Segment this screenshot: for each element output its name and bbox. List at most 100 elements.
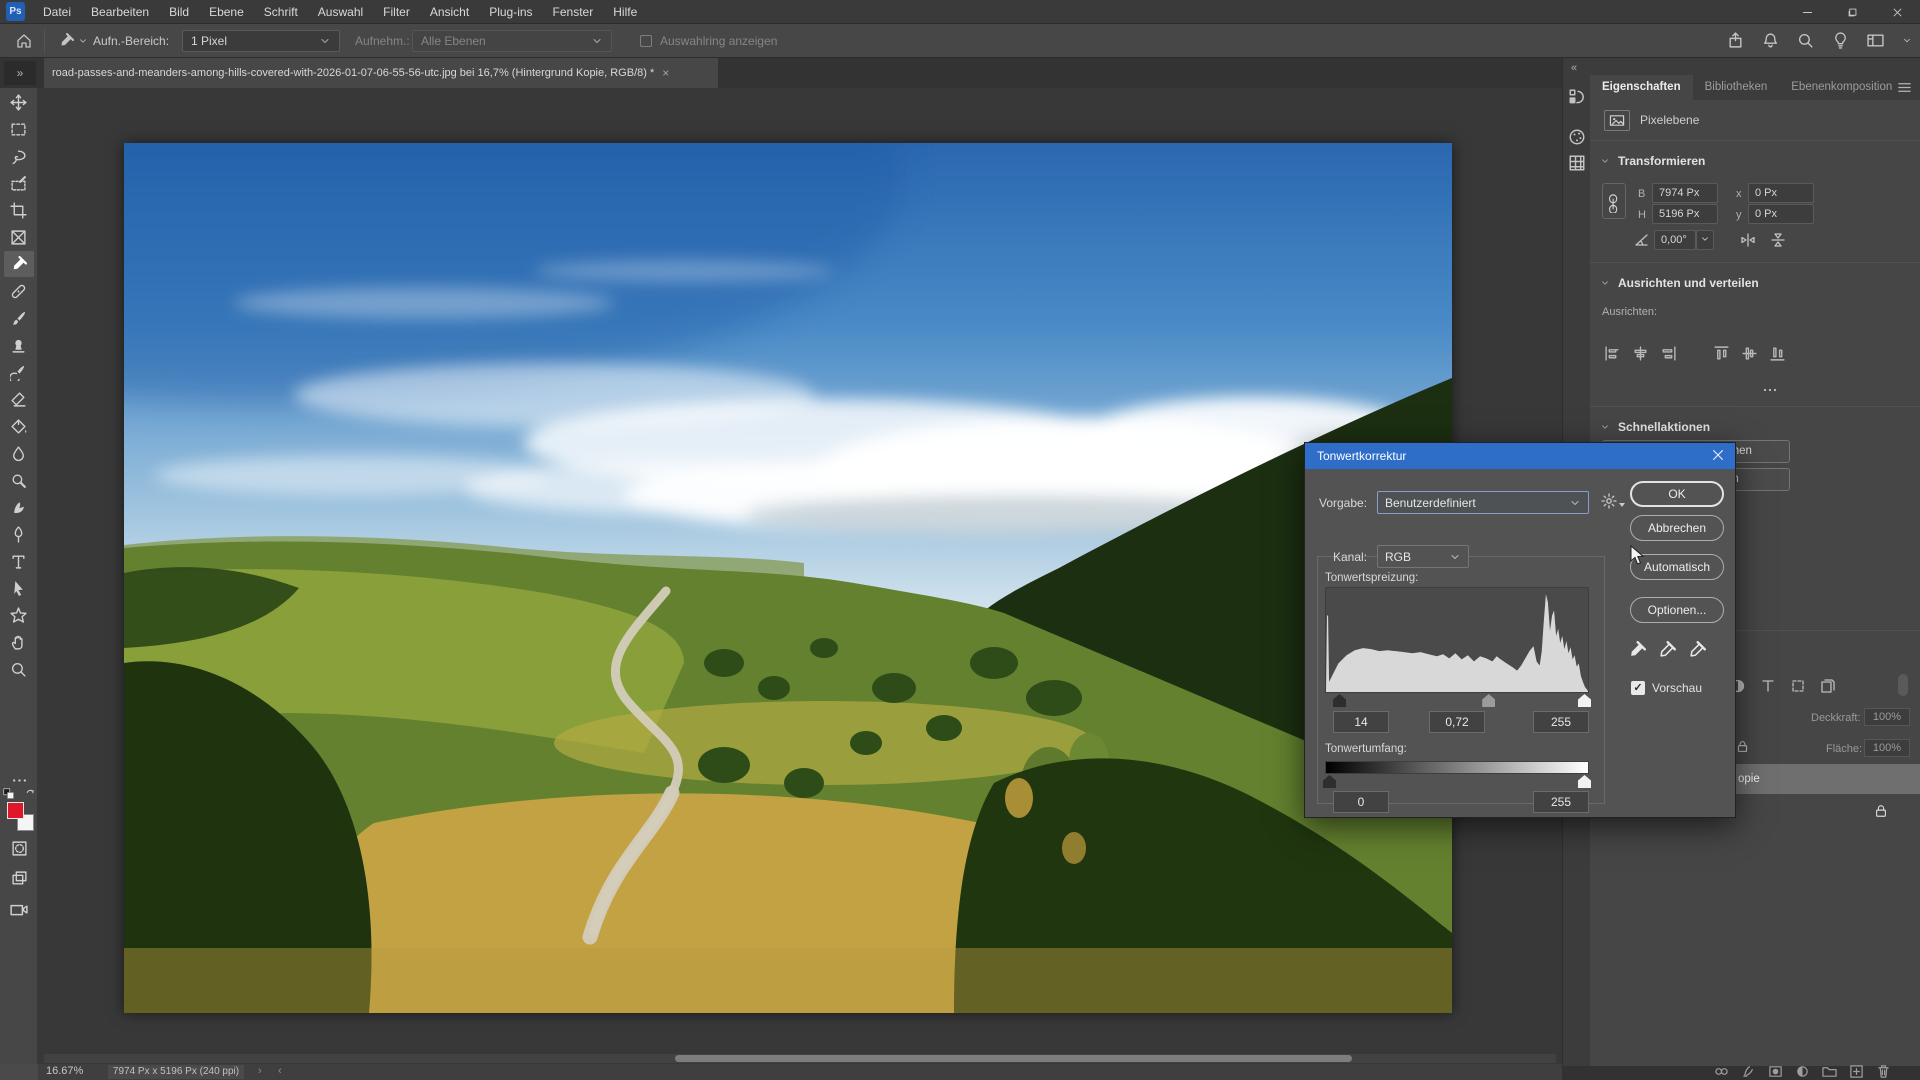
gear-icon[interactable]: [1601, 493, 1617, 509]
tab-eigenschaften[interactable]: Eigenschaften: [1590, 75, 1693, 100]
filter-pin[interactable]: [1898, 674, 1908, 696]
smudge-tool[interactable]: [4, 494, 34, 520]
fill-field[interactable]: 100%: [1864, 739, 1910, 757]
layer-mask-icon[interactable]: [1768, 1064, 1783, 1079]
menu-schrift[interactable]: Schrift: [254, 0, 308, 24]
tab-ebenenkomposition[interactable]: Ebenenkomposition: [1779, 75, 1904, 100]
align-top-edges-icon[interactable]: [1713, 345, 1730, 362]
menu-fenster[interactable]: Fenster: [543, 0, 604, 24]
share-icon[interactable]: [1727, 32, 1744, 49]
align-right-edges-icon[interactable]: [1660, 345, 1677, 362]
input-sliders-track[interactable]: [1325, 694, 1589, 708]
opacity-field[interactable]: 100%: [1864, 708, 1910, 726]
output-highlight-input[interactable]: [1533, 791, 1589, 813]
status-prev-chevron[interactable]: ‹: [278, 1065, 282, 1077]
smart-filter-icon[interactable]: [1820, 678, 1836, 694]
align-left-edges-icon[interactable]: [1604, 345, 1621, 362]
shadow-input[interactable]: [1333, 711, 1389, 733]
zoom-level[interactable]: 16.67%: [46, 1065, 83, 1077]
swatches-panel-icon[interactable]: [1568, 154, 1586, 172]
menu-plugins[interactable]: Plug-ins: [479, 0, 542, 24]
paint-bucket-tool[interactable]: [4, 413, 34, 439]
quick-mask-icon[interactable]: [11, 840, 28, 857]
menu-auswahl[interactable]: Auswahl: [308, 0, 373, 24]
tab-bibliotheken[interactable]: Bibliotheken: [1693, 75, 1780, 100]
link-dimensions-button[interactable]: [1602, 183, 1626, 219]
gray-point-eyedropper-icon[interactable]: [1657, 641, 1676, 660]
align-horizontal-centers-icon[interactable]: [1632, 345, 1649, 362]
menu-bearbeiten[interactable]: Bearbeiten: [81, 0, 159, 24]
crop-tool[interactable]: [4, 197, 34, 223]
menu-filter[interactable]: Filter: [373, 0, 420, 24]
custom-shape-tool[interactable]: [4, 602, 34, 628]
menu-datei[interactable]: Datei: [33, 0, 81, 24]
history-brush-tool[interactable]: [4, 359, 34, 385]
black-point-eyedropper-icon[interactable]: [1627, 641, 1646, 660]
pen-tool[interactable]: [4, 521, 34, 547]
lock-icon[interactable]: [1736, 740, 1749, 753]
swap-colors-icon[interactable]: [25, 788, 37, 800]
adjustment-layer-icon[interactable]: [1795, 1064, 1810, 1079]
sample-size-dropdown[interactable]: 1 Pixel: [182, 30, 340, 52]
height-field[interactable]: 5196 Px: [1652, 204, 1718, 224]
document-tab[interactable]: road-passes-and-meanders-among-hills-cov…: [44, 58, 718, 88]
frame-tool[interactable]: [4, 224, 34, 250]
preset-dropdown[interactable]: Benutzerdefiniert: [1377, 491, 1589, 514]
blur-tool[interactable]: [4, 440, 34, 466]
brush-tool[interactable]: [4, 305, 34, 331]
highlight-input[interactable]: [1533, 711, 1589, 733]
workspace-icon[interactable]: [1867, 32, 1884, 49]
color-panel-icon[interactable]: [1568, 128, 1586, 146]
layer-effects-icon[interactable]: [1741, 1064, 1756, 1079]
angle-dropdown[interactable]: [1696, 230, 1714, 250]
photo-canvas[interactable]: [124, 143, 1452, 1013]
white-point-eyedropper-icon[interactable]: [1687, 641, 1706, 660]
type-tool[interactable]: [4, 548, 34, 574]
dodge-tool[interactable]: [4, 467, 34, 493]
histogram[interactable]: [1325, 587, 1589, 693]
output-gradient-bar[interactable]: [1325, 761, 1589, 774]
menu-hilfe[interactable]: Hilfe: [603, 0, 647, 24]
path-selection-tool[interactable]: [4, 575, 34, 601]
output-shadow-input[interactable]: [1333, 791, 1389, 813]
dialog-title[interactable]: Tonwertkorrektur: [1305, 443, 1735, 469]
flip-vertical-icon[interactable]: [1770, 232, 1786, 248]
output-sliders-track[interactable]: [1325, 775, 1589, 789]
width-field[interactable]: 7974 Px: [1652, 183, 1718, 203]
zoom-tool[interactable]: [4, 656, 34, 682]
maximize-button[interactable]: [1830, 0, 1875, 24]
dialog-close-icon[interactable]: [1711, 448, 1725, 462]
align-vertical-centers-icon[interactable]: [1741, 345, 1758, 362]
x-field[interactable]: 0 Px: [1748, 183, 1814, 203]
close-button[interactable]: [1875, 0, 1920, 24]
y-field[interactable]: 0 Px: [1748, 204, 1814, 224]
shadow-slider[interactable]: [1333, 694, 1346, 707]
tab-close-icon[interactable]: ×: [662, 66, 669, 80]
status-next-chevron[interactable]: ›: [258, 1065, 262, 1077]
cancel-button[interactable]: Abbrechen: [1630, 515, 1724, 541]
menu-bild[interactable]: Bild: [159, 0, 199, 24]
tab-overflow-button[interactable]: »: [4, 61, 36, 85]
minimize-button[interactable]: [1785, 0, 1830, 24]
rectangular-marquee-tool[interactable]: [4, 116, 34, 142]
tool-preset-chevron-icon[interactable]: [78, 36, 88, 46]
midtone-slider[interactable]: [1482, 694, 1495, 707]
bulb-icon[interactable]: [1832, 32, 1849, 49]
bell-icon[interactable]: [1762, 32, 1779, 49]
new-layer-icon[interactable]: [1849, 1064, 1864, 1079]
preview-checkbox[interactable]: ✓: [1631, 681, 1645, 695]
options-button[interactable]: Optionen...: [1630, 597, 1724, 623]
panel-menu-icon[interactable]: [1897, 80, 1912, 95]
foreground-color-swatch[interactable]: [7, 802, 24, 819]
align-bottom-edges-icon[interactable]: [1769, 345, 1786, 362]
collapse-panels-icon[interactable]: «: [1571, 62, 1585, 74]
horizontal-scrollbar-thumb[interactable]: [675, 1055, 1352, 1062]
link-layers-icon[interactable]: [1714, 1064, 1729, 1079]
menu-ebene[interactable]: Ebene: [199, 0, 254, 24]
spot-healing-tool[interactable]: [4, 278, 34, 304]
output-shadow-slider[interactable]: [1323, 775, 1336, 788]
move-tool[interactable]: [4, 89, 34, 115]
workspace-chevron-icon[interactable]: [1902, 32, 1912, 49]
type-filter-icon[interactable]: [1760, 678, 1776, 694]
delete-layer-icon[interactable]: [1876, 1064, 1891, 1079]
